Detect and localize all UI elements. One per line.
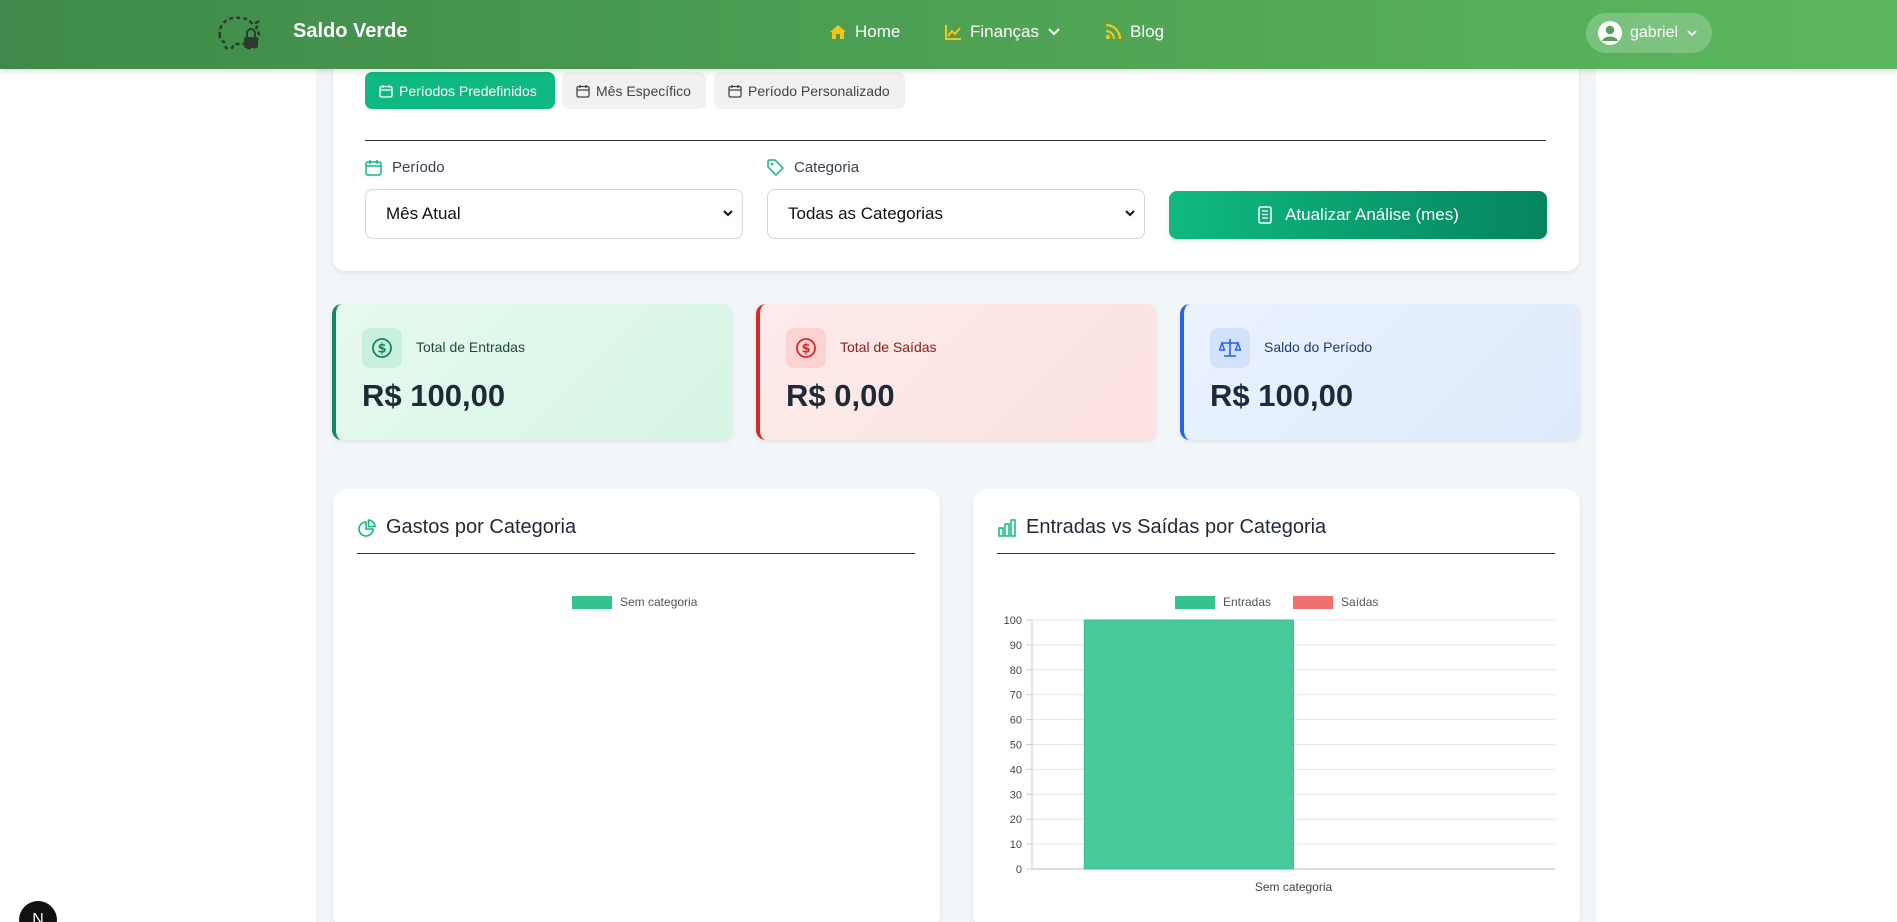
summary-value: R$ 100,00 [362,378,506,413]
calendar-icon [576,84,590,98]
tab-label: Mês Específico [596,82,691,99]
home-icon [830,25,846,39]
x-tick-label: Sem categoria [1255,880,1333,894]
bar-chart-svg: 0 10 20 30 40 50 60 70 80 90 100 Sem categoria [1004,615,1555,894]
pie-chart-icon [358,518,376,537]
svg-text:$: $ [377,342,386,357]
dev-badge[interactable]: N [19,901,57,922]
category-select[interactable]: Todas as Categorias [767,189,1145,239]
user-menu-button[interactable]: gabriel [1586,13,1712,53]
tab-label: Período Personalizado [748,82,890,99]
nav-financas[interactable]: Finanças [944,22,1061,42]
summary-value: R$ 100,00 [1210,378,1354,413]
y-tick-label: 0 [1016,864,1022,876]
chevron-down-icon [1048,28,1060,36]
calendar-icon [728,84,742,98]
tag-icon [767,159,784,176]
category-label-text: Categoria [794,159,860,176]
chevron-down-icon [1687,30,1697,37]
filter-divider [365,140,1546,141]
chart-title-text: Gastos por Categoria [386,516,577,538]
category-label: Categoria [767,159,859,176]
bar-entradas [1083,619,1294,870]
chart-title: Gastos por Categoria [358,516,576,539]
y-tick-label: 100 [1004,615,1022,627]
document-icon [1258,206,1272,224]
y-tick-label: 30 [1010,789,1022,801]
y-tick-label: 60 [1010,715,1022,727]
nav-financas-label: Finanças [970,22,1039,41]
y-tick-label: 10 [1010,839,1022,851]
balance-scale-icon [1210,328,1250,368]
summary-card-saldo: Saldo do Período R$ 100,00 [1180,304,1580,440]
user-name: gabriel [1630,24,1679,41]
user-avatar-icon [1598,21,1622,45]
summary-label: Total de Entradas [416,339,525,355]
tab-periodo-personalizado[interactable]: Período Personalizado [714,72,905,109]
calendar-icon [379,84,393,98]
brand-name[interactable]: Saldo Verde [293,20,408,43]
dollar-circle-icon: $ [786,328,826,368]
chart-card-entradas-saidas: Entradas vs Saídas por Categoria Entrada… [973,489,1580,922]
navbar: Saldo Verde Home Finanças Blog gabriel [0,0,1897,69]
chart-card-gastos: Gastos por Categoria Sem categoria [333,489,940,922]
period-label: Período [365,159,445,176]
nav-blog[interactable]: Blog [1104,22,1164,42]
piggy-bank-lock-icon[interactable] [214,10,264,54]
nav-blog-label: Blog [1130,22,1165,41]
y-tick-label: 20 [1010,814,1022,826]
chevron-down-icon [723,210,733,217]
summary-label: Saldo do Período [1264,339,1373,355]
update-analysis-label: Atualizar Análise (mes) [1285,205,1459,224]
y-tick-label: 80 [1010,665,1022,677]
y-tick-label: 40 [1010,764,1022,776]
rss-icon [1105,23,1122,40]
period-select-value: Mês Atual [386,204,461,223]
summary-label: Total de Saídas [840,339,937,355]
chart-divider [357,553,915,554]
legend-label: Sem categoria [620,595,698,609]
filter-card: Períodos Predefinidos Mês Específico Per… [333,55,1579,271]
nav-home[interactable]: Home [829,22,900,42]
pie-legend[interactable]: Sem categoria [572,595,697,609]
summary-card-entradas: $ Total de Entradas R$ 100,00 [332,304,732,440]
tab-label: Períodos Predefinidos [399,82,537,99]
summary-card-saidas: $ Total de Saídas R$ 0,00 [756,304,1156,440]
tab-periodos-predefinidos[interactable]: Períodos Predefinidos [365,72,555,109]
period-label-text: Período [392,159,445,176]
dollar-circle-icon: $ [362,328,402,368]
y-tick-label: 50 [1010,740,1022,752]
chevron-down-icon [1125,210,1135,217]
tab-mes-especifico[interactable]: Mês Específico [562,72,706,109]
legend-swatch [572,595,612,609]
y-tick-label: 70 [1010,690,1022,702]
svg-text:$: $ [801,342,810,357]
calendar-icon [365,160,382,176]
y-tick-label: 90 [1010,640,1022,652]
summary-value: R$ 0,00 [786,378,895,413]
update-analysis-button[interactable]: Atualizar Análise (mes) [1169,191,1547,239]
chart-line-icon [945,25,961,40]
nav-home-label: Home [855,22,901,41]
category-select-value: Todas as Categorias [788,204,943,223]
period-select[interactable]: Mês Atual [365,189,743,239]
